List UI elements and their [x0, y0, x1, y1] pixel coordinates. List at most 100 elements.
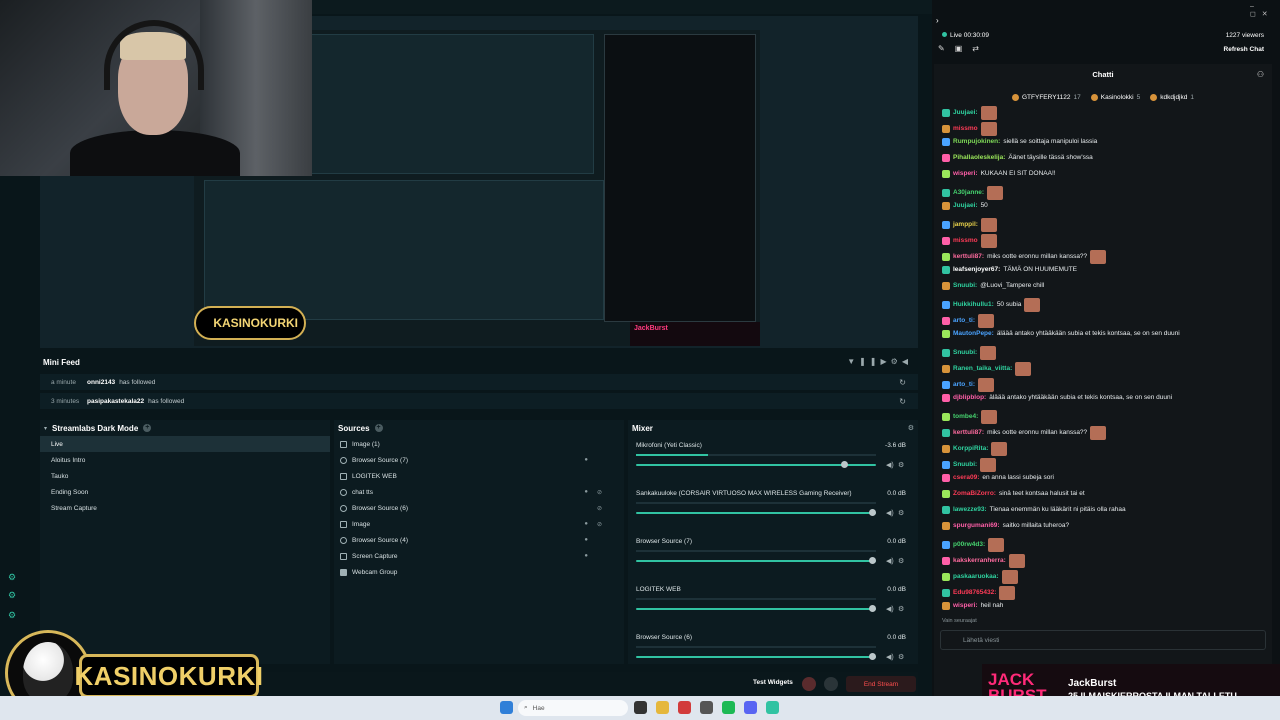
- chat-username[interactable]: Juujaei:: [953, 109, 978, 117]
- source-item[interactable]: chat tts ● ⊘: [334, 484, 624, 500]
- refresh-chat-button[interactable]: Refresh Chat: [1224, 46, 1264, 53]
- speaker-icon[interactable]: ◀): [886, 557, 894, 565]
- visibility-off-icon[interactable]: ⊘: [597, 489, 602, 496]
- speaker-icon[interactable]: ◀): [886, 605, 894, 613]
- end-stream-button[interactable]: End Stream: [846, 676, 916, 692]
- gear-icon[interactable]: ⚙: [898, 557, 904, 565]
- source-item[interactable]: Image ● ⊘: [334, 516, 624, 532]
- speaker-icon[interactable]: ◀): [886, 509, 894, 517]
- volume-slider-knob[interactable]: [869, 653, 876, 660]
- lock-icon[interactable]: ●: [584, 537, 588, 543]
- chat-username[interactable]: csera09:: [953, 474, 979, 482]
- chat-username[interactable]: leafsenjoyer67:: [953, 266, 1000, 274]
- chevron-right-icon[interactable]: ›: [936, 16, 939, 25]
- scene-item[interactable]: Aloitus Intro: [40, 452, 330, 468]
- chat-username[interactable]: ZomaBiZorro:: [953, 490, 996, 498]
- chat-username[interactable]: Juujaei:: [953, 202, 978, 210]
- lock-icon[interactable]: ●: [584, 489, 588, 495]
- chat-username[interactable]: wisperi:: [953, 170, 978, 178]
- scene-item[interactable]: Stream Capture: [40, 500, 330, 516]
- widget-icon[interactable]: ⚙: [8, 572, 18, 582]
- lock-icon[interactable]: ●: [584, 553, 588, 559]
- volume-slider-knob[interactable]: [869, 557, 876, 564]
- taskbar-search[interactable]: ⌕ Hae: [518, 700, 628, 716]
- streamlabs-icon[interactable]: [766, 701, 779, 714]
- chat-username[interactable]: missmo: [953, 125, 978, 133]
- speaker-icon[interactable]: ◀): [886, 653, 894, 661]
- chat-username[interactable]: KorppiRita:: [953, 445, 988, 453]
- browser-icon[interactable]: [678, 701, 691, 714]
- volume-slider[interactable]: [636, 560, 876, 562]
- chat-username[interactable]: tombe4:: [953, 413, 978, 421]
- chat-username[interactable]: kakskerranherra:: [953, 557, 1006, 565]
- replay-icon[interactable]: ↻: [899, 397, 906, 406]
- chat-username[interactable]: Snuubi:: [953, 282, 977, 290]
- source-item[interactable]: Browser Source (4) ●: [334, 532, 624, 548]
- source-item[interactable]: LOGITEK WEB: [334, 468, 624, 484]
- chat-username[interactable]: missmo: [953, 237, 978, 245]
- source-item[interactable]: Screen Capture ●: [334, 548, 624, 564]
- tools-icon[interactable]: ⚙: [8, 610, 18, 620]
- chat-username[interactable]: Huikkihullu1:: [953, 301, 994, 309]
- gear-icon[interactable]: ⚙: [898, 653, 904, 661]
- source-item[interactable]: Browser Source (6) ⊘: [334, 500, 624, 516]
- chat-username[interactable]: Ranen_taika_viitta:: [953, 365, 1012, 373]
- add-scene-collection-button[interactable]: +: [143, 424, 152, 432]
- source-item[interactable]: Browser Source (7) ●: [334, 452, 624, 468]
- lock-icon[interactable]: ●: [584, 521, 588, 527]
- chat-username[interactable]: Pihallaoleskelija:: [953, 154, 1005, 162]
- chat-tools-icons[interactable]: ✎▣⇄: [938, 44, 989, 53]
- volume-slider[interactable]: [636, 656, 876, 658]
- test-widgets-button[interactable]: Test Widgets: [753, 679, 793, 686]
- chat-username[interactable]: MautonPepe:: [953, 330, 994, 338]
- windows-start-icon[interactable]: [500, 701, 513, 714]
- scene-item[interactable]: Tauko: [40, 468, 330, 484]
- chat-username[interactable]: kerttuli87:: [953, 429, 984, 437]
- scene-item[interactable]: Ending Soon: [40, 484, 330, 500]
- mini-feed-controls[interactable]: ▼❚❚▶⚙◀: [847, 357, 912, 366]
- gear-icon[interactable]: ⚙: [898, 605, 904, 613]
- app-icon[interactable]: [700, 701, 713, 714]
- chat-username[interactable]: A30janne:: [953, 189, 984, 197]
- chat-username[interactable]: arto_ti:: [953, 317, 975, 325]
- replay-icon[interactable]: ↻: [899, 378, 906, 387]
- chat-username[interactable]: jamppil:: [953, 221, 978, 229]
- gear-icon[interactable]: ⚙: [908, 424, 914, 432]
- chat-input[interactable]: Lähetä viesti: [940, 630, 1266, 650]
- user-list-icon[interactable]: ⚇: [1257, 70, 1264, 79]
- volume-slider-knob[interactable]: [869, 605, 876, 612]
- chat-username[interactable]: kerttuli87:: [953, 253, 984, 261]
- settings-icon[interactable]: ⚙: [8, 590, 18, 600]
- collapse-icon[interactable]: ▾: [44, 425, 47, 432]
- volume-slider-knob[interactable]: [869, 509, 876, 516]
- source-item[interactable]: Image (1): [334, 436, 624, 452]
- chat-username[interactable]: spurgumani69:: [953, 522, 1000, 530]
- gear-icon[interactable]: ⚙: [898, 461, 904, 469]
- scene-collection-title[interactable]: Streamlabs Dark Mode: [52, 424, 138, 433]
- chat-username[interactable]: Snuubi:: [953, 349, 977, 357]
- chat-username[interactable]: paskaaruokaa:: [953, 573, 999, 581]
- speaker-icon[interactable]: ◀): [886, 461, 894, 469]
- chat-username[interactable]: Edu98765432:: [953, 589, 996, 597]
- task-view-icon[interactable]: [634, 701, 647, 714]
- chat-username[interactable]: wisperi:: [953, 602, 978, 610]
- add-source-button[interactable]: +: [374, 424, 383, 432]
- spotify-icon[interactable]: [722, 701, 735, 714]
- lock-icon[interactable]: ●: [584, 457, 588, 463]
- visibility-off-icon[interactable]: ⊘: [597, 521, 602, 528]
- chat-username[interactable]: Snuubi:: [953, 461, 977, 469]
- volume-slider[interactable]: [636, 512, 876, 514]
- volume-slider[interactable]: [636, 608, 876, 610]
- replay-buffer-button[interactable]: [824, 677, 838, 691]
- chat-username[interactable]: lawezze93:: [953, 506, 987, 514]
- scene-item[interactable]: Live: [40, 436, 330, 452]
- chat-username[interactable]: arto_ti:: [953, 381, 975, 389]
- visibility-off-icon[interactable]: ⊘: [597, 505, 602, 512]
- chat-username[interactable]: p00rw4d3:: [953, 541, 985, 549]
- discord-icon[interactable]: [744, 701, 757, 714]
- source-item[interactable]: Webcam Group: [334, 564, 624, 580]
- file-explorer-icon[interactable]: [656, 701, 669, 714]
- record-button[interactable]: [802, 677, 816, 691]
- window-controls[interactable]: –◻✕: [1250, 3, 1280, 18]
- chat-username[interactable]: Rumpujokinen:: [953, 138, 1000, 146]
